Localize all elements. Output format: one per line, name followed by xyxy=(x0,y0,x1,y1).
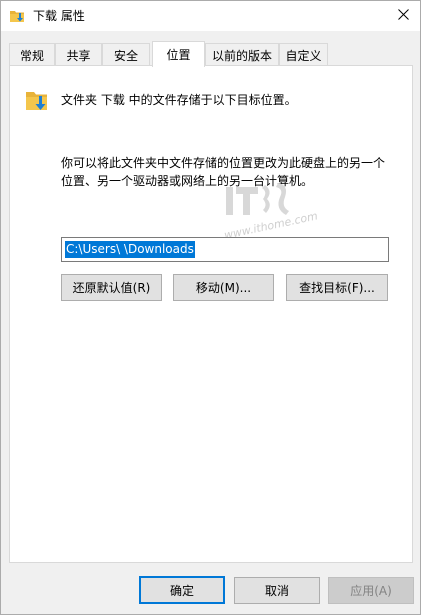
location-panel xyxy=(9,65,413,563)
apply-button[interactable]: 应用(A) xyxy=(328,577,414,604)
target-path-text: C:\Users\ \Downloads xyxy=(65,241,195,258)
tab-security[interactable]: 安全 xyxy=(102,43,150,66)
tab-customize[interactable]: 自定义 xyxy=(279,43,328,66)
properties-dialog: 下载 属性 常规 共享 安全 位置 以前的版本 自定义 文件夹 下载 中的文件存… xyxy=(0,0,421,615)
cancel-button[interactable]: 取消 xyxy=(234,577,320,604)
restore-default-button[interactable]: 还原默认值(R) xyxy=(61,274,162,301)
close-icon xyxy=(397,9,409,23)
title-bar[interactable]: 下载 属性 xyxy=(1,1,420,31)
window-title: 下载 属性 xyxy=(33,9,85,23)
tab-previous-versions[interactable]: 以前的版本 xyxy=(205,43,279,66)
target-path-field[interactable]: C:\Users\ \Downloads xyxy=(61,237,389,262)
move-button[interactable]: 移动(M)... xyxy=(173,274,274,301)
tab-strip: 常规 共享 安全 位置 以前的版本 自定义 xyxy=(9,41,413,67)
downloads-folder-icon xyxy=(25,88,51,114)
tab-location[interactable]: 位置 xyxy=(152,41,205,67)
location-headline: 文件夹 下载 中的文件存储于以下目标位置。 xyxy=(61,93,297,107)
close-button[interactable] xyxy=(386,1,420,31)
tab-sharing[interactable]: 共享 xyxy=(55,43,102,66)
ok-button[interactable]: 确定 xyxy=(139,576,225,604)
tab-general[interactable]: 常规 xyxy=(9,43,55,66)
find-target-button[interactable]: 查找目标(F)... xyxy=(286,274,388,301)
downloads-folder-icon xyxy=(10,9,26,23)
